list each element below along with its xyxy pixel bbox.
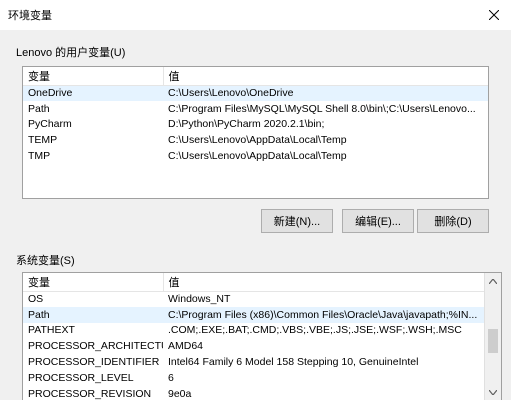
vertical-scrollbar[interactable]: [484, 273, 501, 400]
table-row[interactable]: TEMP C:\Users\Lenovo\AppData\Local\Temp: [23, 132, 488, 148]
variable-value: .COM;.EXE;.BAT;.CMD;.VBS;.VBE;.JS;.JSE;.…: [168, 324, 462, 337]
table-row[interactable]: PROCESSOR_IDENTIFIER Intel64 Family 6 Mod…: [23, 354, 485, 370]
column-header-value[interactable]: 值: [163, 273, 485, 292]
variable-value: C:\Users\Lenovo\AppData\Local\Temp: [168, 150, 347, 163]
variable-name: PROCESSOR_IDENTIFIER: [28, 356, 160, 369]
user-variables-label: Lenovo 的用户变量(U): [16, 47, 126, 59]
scroll-thumb[interactable]: [488, 329, 498, 353]
table-row[interactable]: PATHEXT .COM;.EXE;.BAT;.CMD;.VBS;.VBE;.JS…: [23, 323, 485, 339]
variable-value: D:\Python\PyCharm 2020.2.1\bin;: [168, 118, 325, 131]
user-variables-list[interactable]: 变量 值 OneDrive C:\Users\Lenovo\OneDrive Pat…: [22, 66, 489, 199]
table-row[interactable]: PROCESSOR_LEVEL 6: [23, 370, 485, 386]
title-bar: 环境变量: [0, 0, 511, 30]
variable-value: Intel64 Family 6 Model 158 Stepping 10, …: [168, 356, 419, 369]
variable-name: OneDrive: [23, 85, 163, 101]
column-header-name[interactable]: 变量: [23, 273, 164, 292]
variable-value: C:\Users\Lenovo\OneDrive: [163, 85, 488, 101]
variable-value: C:\Program Files (x86)\Common Files\Orac…: [163, 306, 485, 323]
close-icon: [489, 10, 499, 20]
table-row[interactable]: PROCESSOR_REVISION 9e0a: [23, 386, 485, 400]
variable-value: 9e0a: [168, 387, 192, 400]
table-row[interactable]: TMP C:\Users\Lenovo\AppData\Local\Temp: [23, 148, 488, 164]
system-variables-label: 系统变量(S): [16, 255, 75, 267]
variable-name: TMP: [28, 150, 51, 163]
close-button[interactable]: [477, 0, 511, 30]
user-variables-group: Lenovo 的用户变量(U) 变量 值 OneDrive C:\Users\Le…: [12, 30, 499, 240]
variable-name: PROCESSOR_REVISION: [28, 387, 152, 400]
variable-name: Path: [23, 306, 163, 323]
chevron-down-icon: [489, 390, 497, 395]
window-title: 环境变量: [8, 10, 52, 22]
variable-name: OS: [28, 293, 44, 306]
variable-name: PROCESSOR_LEVEL: [28, 371, 134, 384]
column-header-name[interactable]: 变量: [23, 67, 164, 86]
column-header-value[interactable]: 值: [163, 67, 488, 86]
variable-name: PyCharm: [28, 118, 72, 131]
table-row[interactable]: Path C:\Program Files (x86)\Common Files\…: [23, 306, 485, 323]
table-row[interactable]: OneDrive C:\Users\Lenovo\OneDrive: [23, 85, 488, 101]
delete-user-variable-button[interactable]: 删除(D): [417, 209, 489, 233]
variable-value: C:\Users\Lenovo\AppData\Local\Temp: [168, 134, 347, 147]
scroll-up-button[interactable]: [485, 273, 501, 290]
system-variables-table: 变量 值 OS Windows_NT Path C:\Program Files (x…: [23, 273, 485, 400]
variable-name: PROCESSOR_ARCHITECTURE: [28, 340, 163, 353]
chevron-up-icon: [489, 279, 497, 284]
table-row[interactable]: PyCharm D:\Python\PyCharm 2020.2.1\bin;: [23, 117, 488, 133]
system-variables-group: 系统变量(S) 变量 值 OS Windows_NT Path C:\Program …: [12, 246, 502, 400]
variable-name: TEMP: [28, 134, 58, 147]
user-variables-table: 变量 值 OneDrive C:\Users\Lenovo\OneDrive Pat…: [23, 67, 488, 164]
table-row[interactable]: Path C:\Program Files\MySQL\MySQL Shell 8…: [23, 101, 488, 117]
system-variables-list[interactable]: 变量 值 OS Windows_NT Path C:\Program Files (x…: [22, 272, 502, 400]
variable-name: Path: [28, 102, 50, 115]
table-row[interactable]: OS Windows_NT: [23, 291, 485, 307]
variable-value: Windows_NT: [168, 293, 231, 306]
variable-value: 6: [168, 371, 174, 384]
table-row[interactable]: PROCESSOR_ARCHITECTURE AMD64: [23, 338, 485, 354]
variable-name: PATHEXT: [28, 324, 75, 337]
variable-value: AMD64: [168, 340, 204, 353]
new-user-variable-button[interactable]: 新建(N)...: [261, 209, 333, 233]
variable-value: C:\Program Files\MySQL\MySQL Shell 8.0\b…: [168, 102, 476, 115]
edit-user-variable-button[interactable]: 编辑(E)...: [342, 209, 414, 233]
scroll-down-button[interactable]: [485, 384, 501, 400]
